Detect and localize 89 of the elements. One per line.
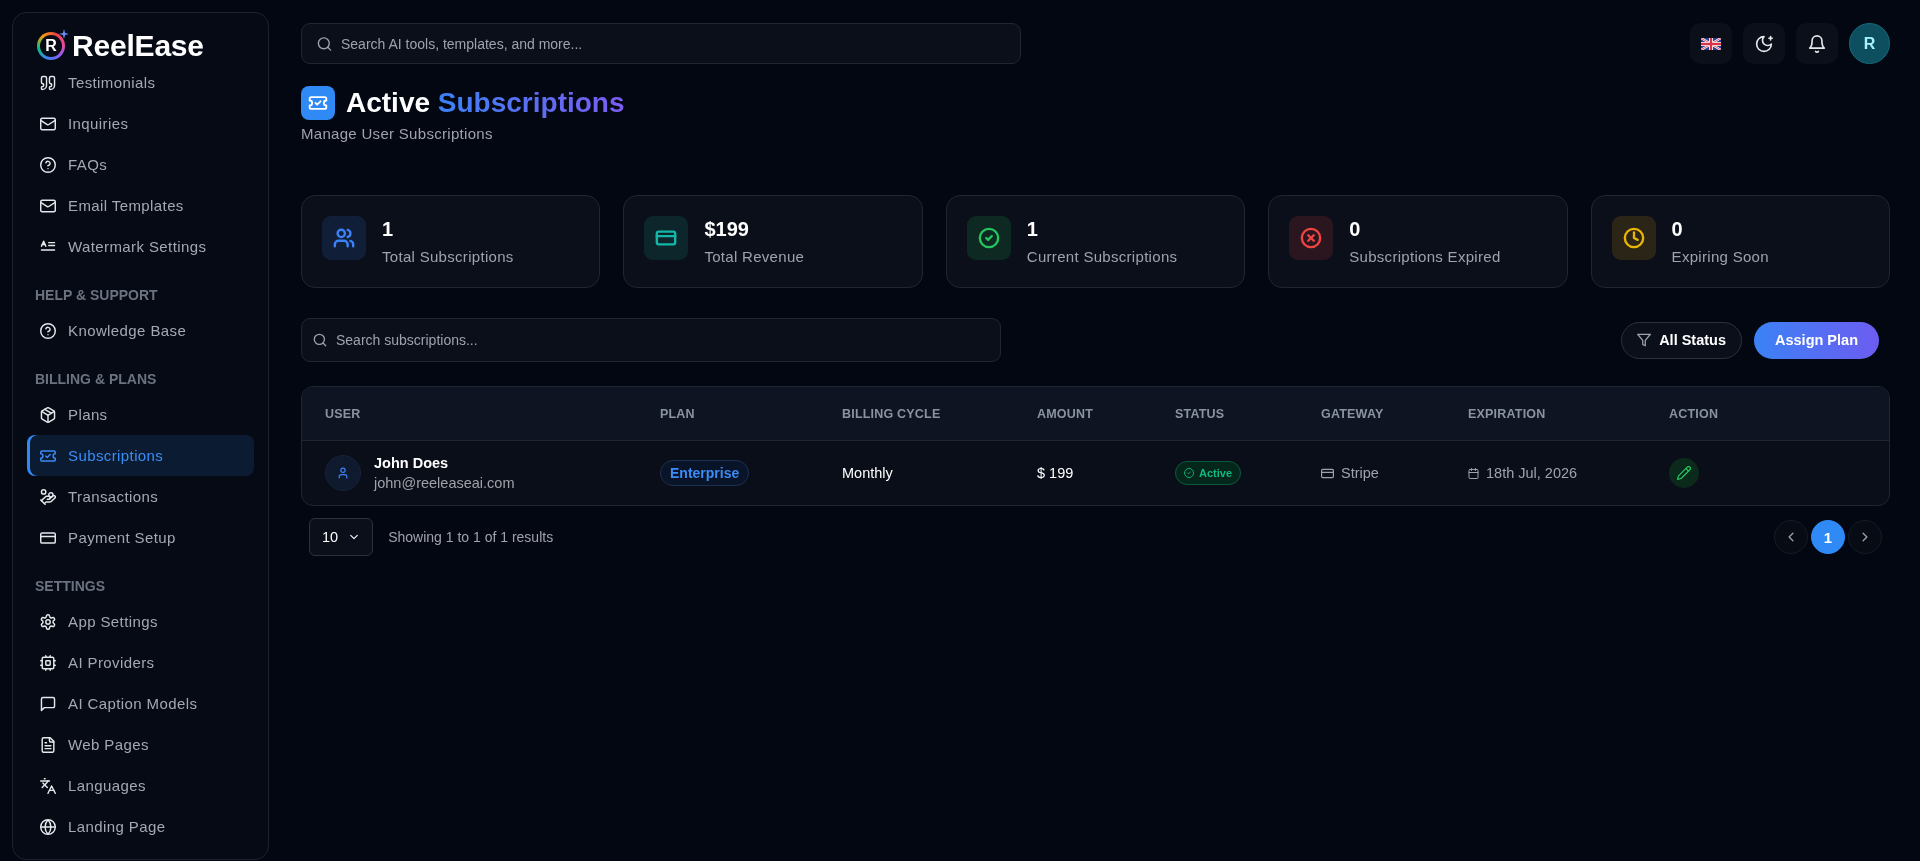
chip-icon: [40, 654, 56, 671]
column-header: USER: [325, 406, 362, 421]
status-label: Active: [1199, 467, 1233, 479]
assign-plan-button[interactable]: Assign Plan: [1754, 321, 1879, 359]
question-circle-icon: [40, 322, 56, 339]
theme-button[interactable]: [1743, 23, 1785, 64]
column-header: PLAN: [660, 406, 696, 421]
credit-card-icon: [1321, 466, 1334, 480]
column-header: STATUS: [1175, 406, 1226, 421]
status-filter-button[interactable]: All Status: [1621, 321, 1742, 359]
column-header: GATEWAY: [1321, 406, 1385, 421]
sidebar-item[interactable]: Watermark Settings: [27, 226, 254, 267]
sidebar-item[interactable]: Landing Page: [27, 806, 254, 847]
stat-value: 0: [1671, 217, 1684, 242]
amount: $ 199: [1037, 465, 1074, 481]
credit-card-icon: [644, 216, 689, 260]
users-icon: [322, 216, 366, 260]
sparkle-icon: [59, 29, 69, 39]
moon-star-icon: [1755, 34, 1773, 53]
sidebar-item[interactable]: Inquiries: [27, 103, 254, 144]
section-heading: SETTINGS: [34, 577, 106, 596]
gateway-name: Stripe: [1341, 465, 1379, 481]
search-field[interactable]: Search subscriptions...: [301, 318, 1001, 362]
pencil-icon: [1677, 466, 1691, 480]
stat-value: 1: [1026, 217, 1039, 242]
sidebar-item[interactable]: Email Templates: [27, 185, 254, 226]
language-button[interactable]: [1690, 23, 1732, 64]
mail-icon: [40, 197, 56, 214]
section-heading: BILLING & PLANS: [34, 370, 158, 389]
gear-icon: [40, 613, 56, 630]
search-icon: [313, 333, 327, 347]
translate-icon: [40, 777, 56, 794]
sidebar-item[interactable]: Subscriptions: [27, 435, 254, 476]
document-icon: [40, 736, 56, 753]
expiration-date: 18th Jul, 2026: [1486, 465, 1578, 481]
sidebar-item[interactable]: AI Caption Models: [27, 683, 254, 724]
sidebar-item[interactable]: Languages: [27, 765, 254, 806]
sidebar-item[interactable]: Payment Setup: [27, 517, 254, 558]
ticket-icon: [40, 447, 56, 464]
chat-bubble-icon: [40, 695, 56, 712]
sidebar-item[interactable]: Testimonials: [27, 62, 254, 103]
flag-icon: [1701, 37, 1721, 50]
sidebar-item[interactable]: FAQs: [27, 144, 254, 185]
sidebar-item[interactable]: Plans: [27, 394, 254, 435]
billing-cycle: Monthly: [842, 465, 893, 481]
sidebar-item[interactable]: Knowledge Base: [27, 310, 254, 351]
globe-icon: [40, 818, 56, 835]
column-header: ACTION: [1669, 406, 1720, 421]
user-avatar-icon: [325, 455, 361, 491]
stat-label: Current Subscriptions: [1026, 247, 1178, 267]
search-field[interactable]: Search AI tools, templates, and more...: [301, 23, 1021, 64]
search-icon: [317, 36, 332, 51]
plan-badge: Enterprise: [660, 460, 750, 486]
calendar-icon: [1468, 467, 1479, 479]
sidebar-item[interactable]: Transactions: [27, 476, 254, 517]
stat-label: Total Revenue: [704, 247, 805, 267]
mail-icon: [40, 115, 56, 132]
clock-icon: [1611, 216, 1656, 260]
stat-value: $199: [704, 217, 750, 242]
section-heading: HELP & SUPPORT: [34, 286, 159, 305]
ticket-icon: [301, 86, 335, 120]
stat-label: Total Subscriptions: [382, 247, 514, 267]
hand-coins-icon: [40, 488, 56, 505]
brand-name: ReelEase: [72, 30, 204, 62]
check-circle-icon: [1184, 468, 1194, 478]
user-email: john@reeleaseai.com: [374, 475, 515, 491]
box-icon: [40, 406, 56, 423]
quote-icon: [40, 74, 56, 91]
stat-value: 1: [382, 217, 395, 242]
question-circle-icon: [40, 156, 56, 173]
results-summary: Showing 1 to 1 of 1 results: [388, 529, 554, 545]
page-size-select[interactable]: 10: [309, 518, 374, 556]
user-name: John Does: [374, 455, 450, 471]
stat-value: 0: [1349, 217, 1362, 242]
credit-card-icon: [40, 529, 56, 546]
column-header: AMOUNT: [1037, 406, 1095, 421]
page-subtitle: Manage User Subscriptions: [301, 125, 494, 143]
funnel-icon: [1637, 333, 1652, 347]
sidebar-item[interactable]: AI Providers: [27, 642, 254, 683]
column-header: BILLING CYCLE: [842, 406, 942, 421]
bell-icon: [1808, 34, 1826, 53]
stat-label: Expiring Soon: [1671, 247, 1769, 267]
sidebar-item[interactable]: App Settings: [27, 601, 254, 642]
notifications-button[interactable]: [1796, 23, 1838, 64]
column-header: EXPIRATION: [1468, 406, 1547, 421]
stat-label: Subscriptions Expired: [1349, 247, 1501, 267]
sidebar-item[interactable]: Web Pages: [27, 724, 254, 765]
edit-button[interactable]: [1669, 458, 1699, 488]
user-avatar[interactable]: R: [1849, 23, 1890, 64]
